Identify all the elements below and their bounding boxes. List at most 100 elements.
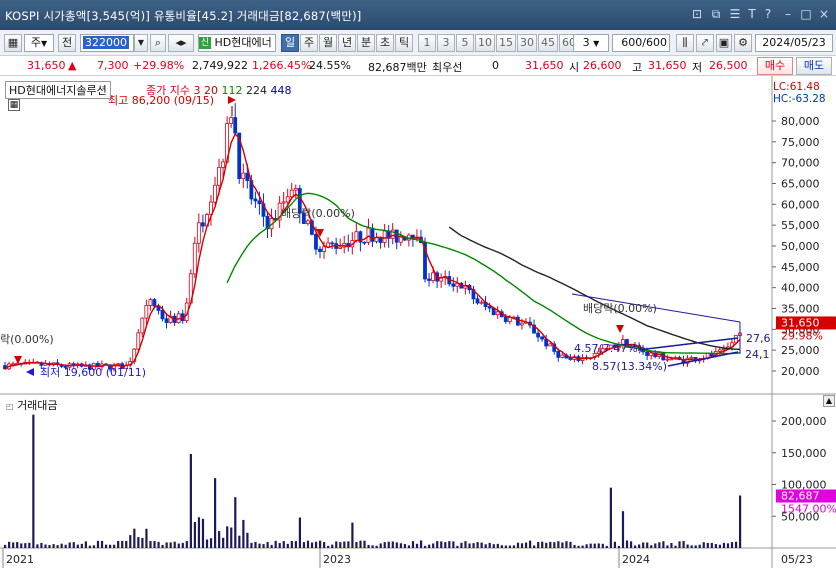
volume-bar (60, 543, 63, 548)
code-dropdown-icon[interactable]: ▼ (134, 34, 148, 52)
count-input[interactable]: 600/600 (612, 34, 670, 52)
text-icon[interactable]: T (745, 7, 759, 21)
open-label: 시 (569, 61, 580, 74)
period-button-4[interactable]: 분 (357, 34, 375, 52)
candle-body (160, 310, 165, 320)
speaker-icon[interactable]: ◂▸ (168, 34, 194, 52)
volume-bar (629, 541, 633, 548)
trend-annotation-top: 4.57(7.47%) (574, 342, 642, 355)
dividend-annotation-right: 배당락(0.00%) (583, 302, 657, 315)
volume-bar (157, 541, 160, 548)
volume-bar (674, 545, 677, 548)
volume-bar (80, 543, 83, 548)
list-icon[interactable]: ☰ (728, 7, 742, 21)
table-icon[interactable]: ▦ (8, 99, 20, 111)
search-icon[interactable]: ⌕ (150, 34, 166, 52)
current-price: 31,650 (27, 59, 66, 72)
volume-bar (496, 543, 499, 548)
volume-bar (339, 542, 342, 548)
volume-bar (545, 542, 548, 548)
volume-bar (718, 544, 722, 548)
period-button-1[interactable]: 주 (300, 34, 318, 52)
volume-bar (561, 542, 564, 548)
period-button-6[interactable]: 틱 (395, 34, 413, 52)
period-button-2[interactable]: 월 (319, 34, 337, 52)
stock-name-field: 신 HD현대에너 (198, 34, 276, 52)
volume-bar (452, 541, 455, 548)
trade-amount: 82,687백만 (368, 61, 427, 74)
volume-bar (440, 541, 443, 548)
volume-bar (282, 541, 285, 548)
volume-bar (165, 542, 168, 548)
volume-bar (64, 544, 67, 548)
volume-bar (537, 541, 540, 548)
volume-bar (524, 542, 528, 548)
volume-bar (367, 544, 370, 548)
window-title: KOSPI 시가총액[3,545(억)] 유통비율[45.2] 거래대금[82,… (5, 9, 362, 23)
volume-bar (238, 535, 241, 548)
candle-body (568, 357, 573, 360)
volume-bar (625, 540, 629, 548)
maximize-icon[interactable]: □ (799, 7, 813, 21)
chart-window: KOSPI 시가총액[3,545(억)] 유통비율[45.2] 거래대금[82,… (0, 0, 836, 568)
volume-bar (739, 495, 742, 548)
candle-body (354, 231, 359, 241)
volume-bar (710, 542, 713, 548)
restore-icon[interactable]: ⧉ (709, 7, 723, 21)
candle-icon[interactable]: ⫼ (676, 34, 694, 52)
interval-button-15[interactable]: 15 (496, 34, 516, 52)
stock-chart[interactable]: 80,000 75,000 70,000 65,000 60,000 55,000 50,0… (0, 76, 836, 568)
code-input[interactable]: 322000 (80, 34, 134, 52)
volume-bar (682, 541, 685, 548)
draw-icon[interactable]: ⤤ (696, 34, 714, 52)
volume-bar (298, 517, 302, 548)
volume-bar (512, 545, 516, 548)
minimize-icon[interactable]: – (781, 7, 795, 21)
x-axis-label: 2021 (6, 553, 34, 566)
volume-bar (379, 543, 382, 548)
volume-bar (8, 541, 11, 548)
interval-button-10[interactable]: 10 (475, 34, 495, 52)
candle-body (451, 283, 456, 287)
all-button[interactable]: 전 (58, 34, 76, 52)
interval-button-3[interactable]: 3 (437, 34, 455, 52)
interval-button-30[interactable]: 30 (517, 34, 537, 52)
dividend-annotation-mid: 배당락(0.00%) (281, 207, 355, 220)
panel-collapse-icon[interactable]: ▲ (823, 395, 835, 407)
price-change: 7,300 (97, 59, 129, 72)
volume-bar (347, 541, 350, 548)
settings-icon[interactable]: ⚙ (734, 34, 752, 52)
sell-button[interactable]: 매도 (796, 57, 832, 75)
volume-bar (480, 542, 483, 548)
interval-button-45[interactable]: 45 (538, 34, 558, 52)
volume-bar (399, 543, 402, 548)
volume-bar (456, 545, 459, 548)
interval-button-5[interactable]: 5 (456, 34, 474, 52)
panel-toggle-icon[interactable]: ◰ (6, 402, 14, 411)
volume-bar (153, 541, 156, 548)
volume-bar (290, 540, 293, 548)
close-icon[interactable]: × (817, 7, 831, 21)
help-icon[interactable]: ? (761, 7, 775, 21)
current-volume-percent: 1547.00% (781, 502, 836, 515)
stock-legend[interactable]: HD현대에너지솔루션 (5, 81, 111, 99)
candle-body (689, 357, 694, 359)
date-input[interactable]: 2024/05/23 (755, 34, 833, 52)
volume-tick-label: 200,000 (781, 415, 827, 428)
period-select[interactable]: 주▼ (24, 34, 54, 52)
buy-button[interactable]: 매수 (757, 57, 793, 75)
period-button-5[interactable]: 초 (376, 34, 394, 52)
volume-bar (169, 542, 172, 548)
link-icon[interactable]: ⊡ (690, 7, 704, 21)
save-icon[interactable]: ▣ (716, 34, 732, 52)
interval-button-1[interactable]: 1 (418, 34, 436, 52)
candle-body (370, 227, 375, 242)
period-button-3[interactable]: 년 (338, 34, 356, 52)
period-button-0[interactable]: 일 (281, 34, 299, 52)
volume-bar (177, 543, 180, 548)
interval-select[interactable]: 3 ▼ (573, 34, 609, 52)
volume-bar (371, 545, 374, 548)
volume-bar (44, 544, 47, 548)
price-tick-label: 75,000 (781, 136, 820, 149)
grid-menu-icon[interactable]: ▦ (4, 34, 22, 52)
